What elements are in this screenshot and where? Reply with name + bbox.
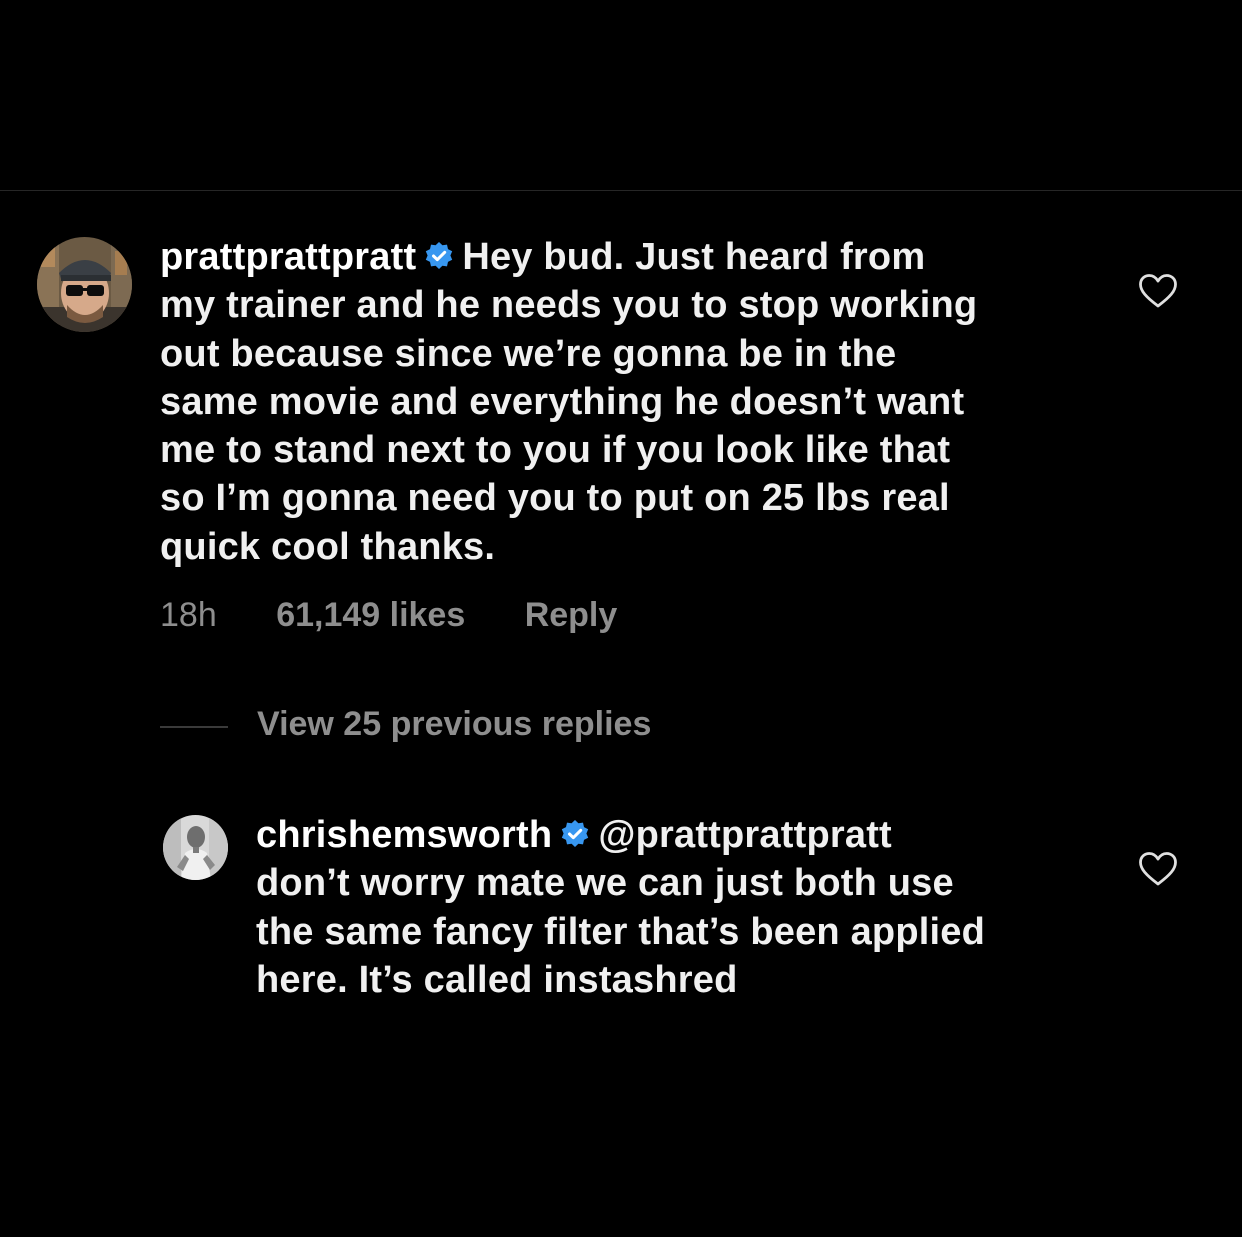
comment-text-line: out because since we’re gonna be in the	[160, 332, 897, 375]
verified-badge-icon	[560, 819, 590, 849]
comment-text-line: my trainer and he needs you to stop work…	[160, 284, 978, 327]
verified-badge-icon	[424, 241, 454, 271]
comment-text-line: don’t worry mate we can just both use	[256, 862, 954, 905]
mention-link[interactable]: @prattprattpratt	[598, 814, 892, 856]
comment-line: prattprattpratt Hey bud. Just heard from	[160, 233, 977, 281]
comment-text-line: same movie and everything he doesn’t wan…	[160, 380, 965, 423]
username-link[interactable]: prattprattpratt	[160, 236, 416, 278]
username-link[interactable]: chrishemsworth	[256, 814, 552, 856]
comment-text-line: here. It’s called instashred	[256, 958, 738, 1001]
comment-text-line: so I’m gonna need you to put on 25 lbs r…	[160, 477, 950, 520]
comment-chrishemsworth: chrishemsworth @prattprattpratt don’t wor…	[256, 811, 985, 1004]
comment-prattprattpratt: prattprattpratt Hey bud. Just heard from …	[160, 233, 977, 571]
comment-text-line: me to stand next to you if you look like…	[160, 429, 951, 472]
comment-text-line: Hey bud. Just heard from	[462, 236, 926, 278]
replies-divider-line	[160, 726, 228, 728]
heart-outline-icon[interactable]	[1138, 851, 1178, 887]
comment-meta-row: 18h 61,149 likes Reply	[160, 596, 617, 635]
avatar-chrishemsworth[interactable]	[163, 815, 228, 880]
avatar-prattprattpratt[interactable]	[37, 237, 132, 332]
comment-text-line: the same fancy filter that’s been applie…	[256, 910, 985, 953]
heart-outline-icon[interactable]	[1138, 273, 1178, 309]
comment-text-line: quick cool thanks.	[160, 525, 496, 568]
comment-line: chrishemsworth @prattprattpratt	[256, 811, 985, 859]
view-replies-label: View 25 previous replies	[257, 705, 652, 743]
likes-count-button[interactable]: 61,149 likes	[276, 596, 465, 635]
top-divider	[0, 190, 1242, 191]
comment-timestamp: 18h	[160, 596, 217, 634]
reply-button[interactable]: Reply	[525, 596, 618, 635]
